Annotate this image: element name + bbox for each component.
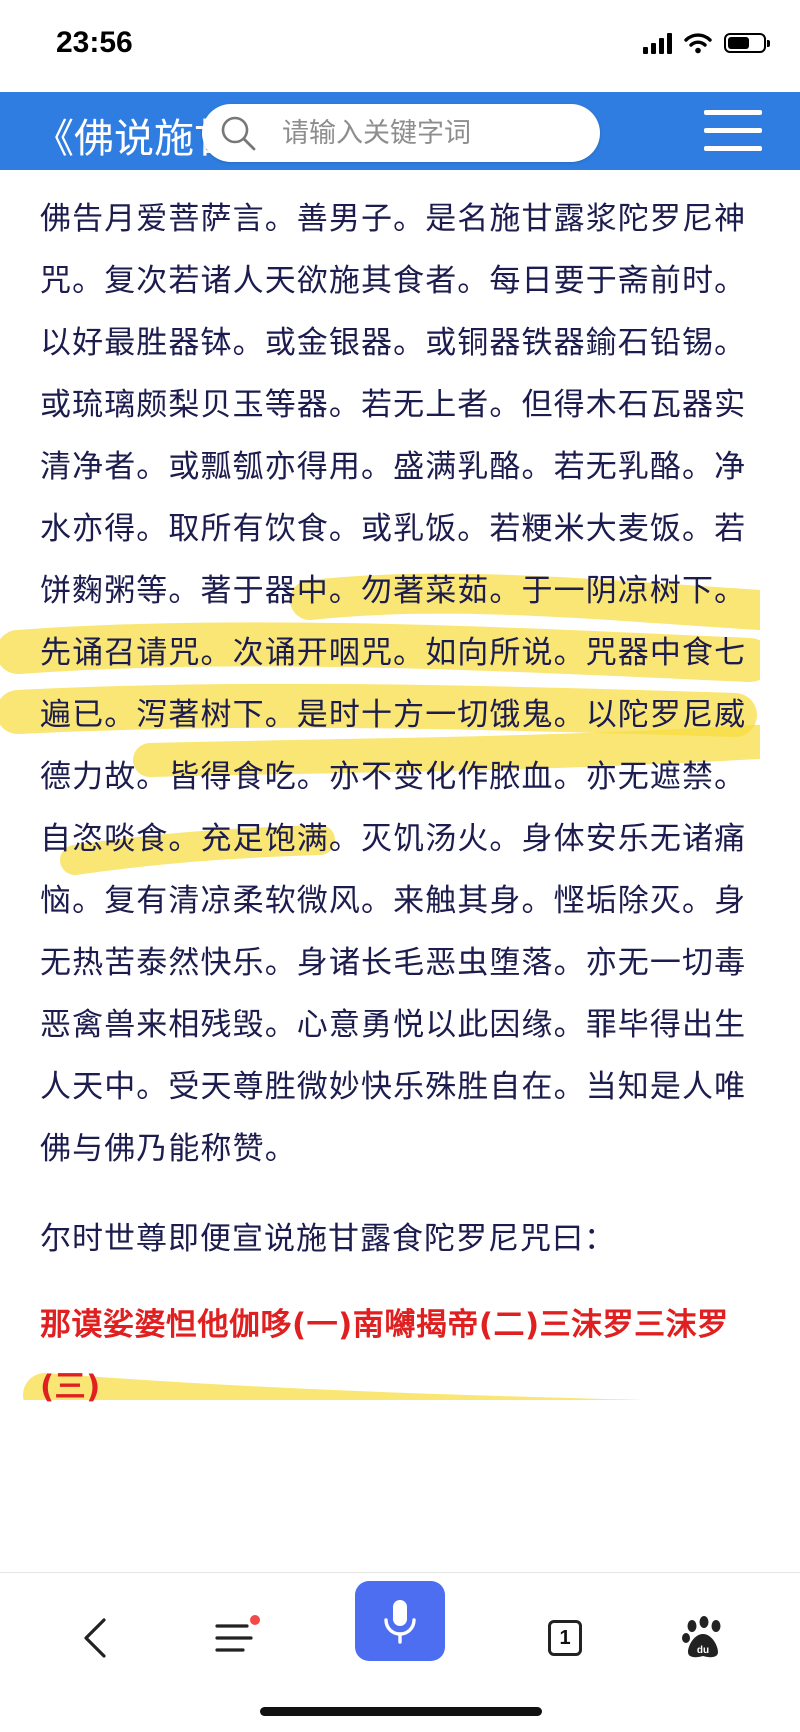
header: 《佛说施甘露食陀罗尼经》 [0, 92, 800, 170]
list-menu-button[interactable] [200, 1603, 270, 1673]
status-time: 23:56 [56, 26, 133, 59]
notification-dot [250, 1615, 260, 1625]
chevron-left-icon [84, 1618, 106, 1658]
battery-icon [724, 33, 770, 53]
search-box[interactable] [202, 104, 600, 162]
back-button[interactable] [60, 1603, 130, 1673]
status-icons [643, 32, 770, 54]
baidu-paw-icon: du [682, 1616, 721, 1658]
baidu-home-button[interactable]: du [668, 1603, 738, 1673]
signal-icon [643, 32, 672, 54]
tab-count-badge: 1 [548, 1620, 582, 1656]
list-icon [215, 1624, 253, 1652]
search-input[interactable] [280, 116, 584, 150]
tabs-button[interactable]: 1 [530, 1603, 600, 1673]
wifi-icon [684, 33, 712, 54]
article-content: 佛告月爱菩萨言。善男子。是名施甘露浆陀罗尼神咒。复次若诸人天欲施其食者。每日要于… [0, 188, 760, 1418]
mantra-prompt: 尔时世尊即便宣说施甘露食陀罗尼咒曰： [40, 1221, 616, 1257]
home-indicator [260, 1707, 542, 1716]
search-icon [221, 116, 256, 151]
sutra-paragraph: 佛告月爱菩萨言。善男子。是名施甘露浆陀罗尼神咒。复次若诸人天欲施其食者。每日要于… [40, 201, 747, 1167]
microphone-icon [384, 1600, 416, 1644]
voice-search-button[interactable] [355, 1581, 445, 1661]
menu-icon[interactable] [704, 110, 762, 156]
status-bar: 23:56 [0, 0, 800, 92]
svg-text:du: du [697, 1645, 709, 1656]
bottom-nav: 1 du [0, 1572, 800, 1732]
mantra-text: 那谟娑婆怛他伽哆(一)南嚩揭帝(二)三沫罗三沫罗(三) [40, 1307, 729, 1405]
